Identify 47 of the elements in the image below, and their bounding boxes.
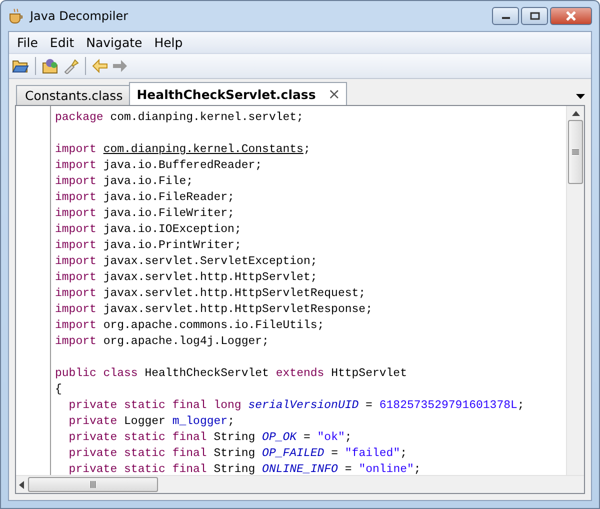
scroll-up-arrow-icon[interactable] [572, 111, 580, 116]
code-line: import javax.servlet.http.HttpServlet; [55, 270, 318, 286]
menu-item[interactable]: File [11, 35, 44, 50]
code-line: import javax.servlet.http.HttpServletRequest; [55, 286, 366, 302]
close-tab-icon[interactable]: × [328, 85, 340, 103]
back-arrow-icon[interactable] [92, 59, 108, 73]
coffee-cup-icon [8, 8, 24, 24]
forward-arrow-icon[interactable] [112, 59, 128, 73]
code-line: package com.dianping.kernel.servlet; [55, 110, 304, 126]
code-line: import java.io.FileWriter; [55, 206, 234, 222]
dropdown-arrow-icon[interactable] [576, 94, 585, 99]
code-line: import org.apache.commons.io.FileUtils; [55, 318, 324, 334]
window-title: Java Decompiler [30, 9, 130, 23]
scroll-left-arrow-icon[interactable] [19, 480, 24, 488]
code-line: private static final long serialVersionUID = 6182573529791601378L; [68, 398, 524, 414]
menu-item[interactable]: Navigate [80, 35, 148, 50]
minimize-button[interactable] [492, 7, 519, 25]
horizontal-scrollbar[interactable] [16, 475, 584, 493]
vertical-scrollbar[interactable] [566, 106, 584, 475]
code-line: import java.io.FileReader; [55, 190, 234, 206]
code-line: public class HealthCheckServlet extends HttpServlet [55, 366, 407, 382]
code-line: import javax.servlet.http.HttpServletResponse; [55, 302, 372, 318]
menu-item[interactable]: Help [148, 35, 189, 50]
code-line: import java.io.File; [55, 174, 194, 190]
code-line: import javax.servlet.ServletException; [55, 254, 318, 270]
close-icon [565, 11, 577, 21]
file-tab[interactable]: HealthCheckServlet.class × [128, 82, 348, 105]
code-line: private Logger m_logger; [68, 414, 234, 430]
code-line: private static final String OP_FAILED = "failed"; [68, 446, 408, 462]
maximize-icon [530, 12, 540, 20]
grip-icon [572, 149, 579, 155]
code-line: import com.dianping.kernel.Constants; [55, 142, 310, 158]
code-line: private static final String OP_OK = "ok"; [68, 430, 352, 446]
grip-icon [90, 481, 96, 488]
close-button[interactable] [550, 7, 592, 25]
code-line: import org.apache.log4j.Logger; [55, 334, 269, 350]
code-line: import java.io.PrintWriter; [55, 238, 242, 254]
code-line: private static final String ONLINE_INFO = "online"; [68, 462, 421, 475]
folder-icon[interactable] [12, 59, 29, 73]
folder-icon[interactable] [42, 58, 59, 74]
file-tab[interactable]: Constants.class [16, 85, 130, 105]
maximize-button[interactable] [521, 7, 548, 25]
code-line: { [55, 382, 62, 398]
menu-item[interactable]: Edit [44, 35, 80, 50]
flashlight-icon[interactable] [63, 58, 79, 74]
code-line: import java.io.IOException; [55, 222, 242, 238]
code-line: import java.io.BufferedReader; [55, 158, 262, 174]
